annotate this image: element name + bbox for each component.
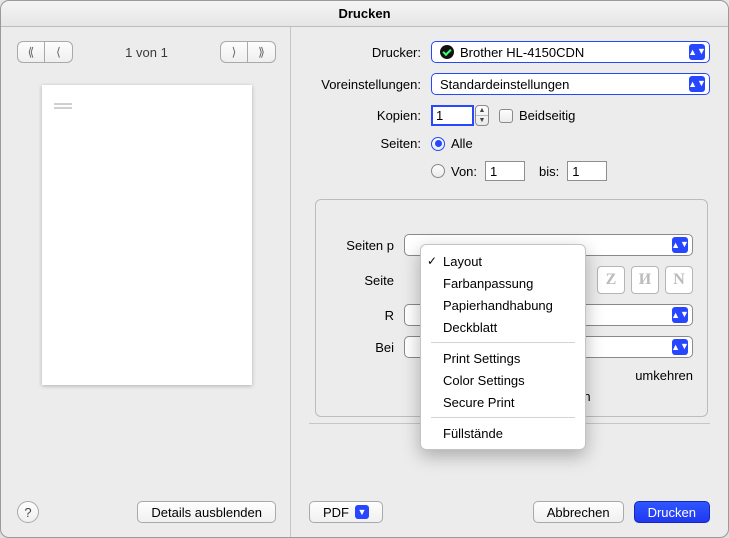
pages-per-sheet-label: Seiten p [330,238,394,253]
layout-direction-option-3[interactable]: N [665,266,693,294]
pages-row-range: Von: bis: [309,161,710,181]
printer-label: Drucker: [309,45,421,60]
pdf-button-label: PDF [323,505,349,520]
reverse-orientation-suffix: umkehren [635,368,693,383]
menu-item-print-settings[interactable]: Print Settings [421,347,585,369]
printer-popup[interactable]: Brother HL-4150CDN [431,41,710,63]
last-page-button[interactable]: ⟫ [248,41,276,63]
pages-to-input[interactable] [567,161,607,181]
window-title: Drucken [1,1,728,27]
printer-value: Brother HL-4150CDN [460,45,584,60]
menu-item-secure-print[interactable]: Secure Print [421,391,585,413]
pages-row-all: Seiten: Alle [309,136,710,151]
preview-pane: ⟪ ⟨ 1 von 1 ⟩ ⟫ ? Details ausblenden [1,27,291,537]
first-page-button[interactable]: ⟪ [17,41,45,63]
popup-arrows-icon [672,339,688,355]
page-preview [42,85,252,385]
pages-to-label: bis: [539,164,559,179]
dialog-content: ⟪ ⟨ 1 von 1 ⟩ ⟫ ? Details ausblenden Dru… [1,27,728,537]
copies-label: Kopien: [309,108,421,123]
presets-row: Voreinstellungen: Standardeinstellungen [309,73,710,95]
popup-arrows-icon [689,76,705,92]
prev-page-button[interactable]: ⟨ [45,41,73,63]
pdf-menu-button[interactable]: PDF ▼ [309,501,383,523]
pages-all-label: Alle [451,136,473,151]
preview-next-last-group: ⟩ ⟫ [220,41,276,63]
pages-range-radio[interactable] [431,164,445,178]
section-dropdown-menu: Layout Farbanpassung Papierhandhabung De… [420,244,586,450]
menu-item-fill-levels[interactable]: Füllstände [421,422,585,444]
copies-stepper[interactable]: ▲▼ [475,105,489,126]
layout-direction-option-2[interactable]: И [631,266,659,294]
layout-direction-option-1[interactable]: Z [597,266,625,294]
help-button[interactable]: ? [17,501,39,523]
page-counter: 1 von 1 [125,45,168,60]
print-button[interactable]: Drucken [634,501,710,523]
two-sided-checkbox[interactable] [499,109,513,123]
options-pane: Drucker: Brother HL-4150CDN Voreinstellu… [291,27,728,537]
left-footer: ? Details ausblenden [17,491,276,523]
popup-arrows-icon [672,307,688,323]
menu-item-color-match[interactable]: Farbanpassung [421,272,585,294]
pages-label: Seiten: [309,136,421,151]
popup-arrows-icon [689,44,705,60]
print-dialog: Drucken ⟪ ⟨ 1 von 1 ⟩ ⟫ ? Details ausble… [0,0,729,538]
popup-arrows-icon [672,237,688,253]
right-footer: PDF ▼ Abbrechen Drucken [309,491,710,523]
copies-input[interactable] [431,105,474,126]
printer-row: Drucker: Brother HL-4150CDN [309,41,710,63]
next-page-button[interactable]: ⟩ [220,41,248,63]
printer-status-icon [440,45,454,59]
pages-all-radio[interactable] [431,137,445,151]
menu-item-cover-page[interactable]: Deckblatt [421,316,585,338]
menu-item-layout[interactable]: Layout [421,250,585,272]
menu-separator [431,417,575,418]
menu-item-paper-handling[interactable]: Papierhandhabung [421,294,585,316]
copies-row: Kopien: ▲▼ Beidseitig [309,105,710,126]
presets-popup[interactable]: Standardeinstellungen [431,73,710,95]
presets-value: Standardeinstellungen [440,77,569,92]
preview-first-prev-group: ⟪ ⟨ [17,41,73,63]
presets-label: Voreinstellungen: [309,77,421,92]
pages-from-input[interactable] [485,161,525,181]
chevron-down-icon: ▼ [355,505,369,519]
details-toggle-button[interactable]: Details ausblenden [137,501,276,523]
two-sided-label: Beidseitig [519,108,575,123]
menu-item-color-settings[interactable]: Color Settings [421,369,585,391]
cancel-button[interactable]: Abbrechen [533,501,624,523]
layout-direction-label: Seite [330,273,394,288]
two-sided-mode-label: Bei [330,340,394,355]
border-label: R [330,308,394,323]
preview-nav: ⟪ ⟨ 1 von 1 ⟩ ⟫ [17,41,276,63]
menu-separator [431,342,575,343]
pages-from-label: Von: [451,164,477,179]
